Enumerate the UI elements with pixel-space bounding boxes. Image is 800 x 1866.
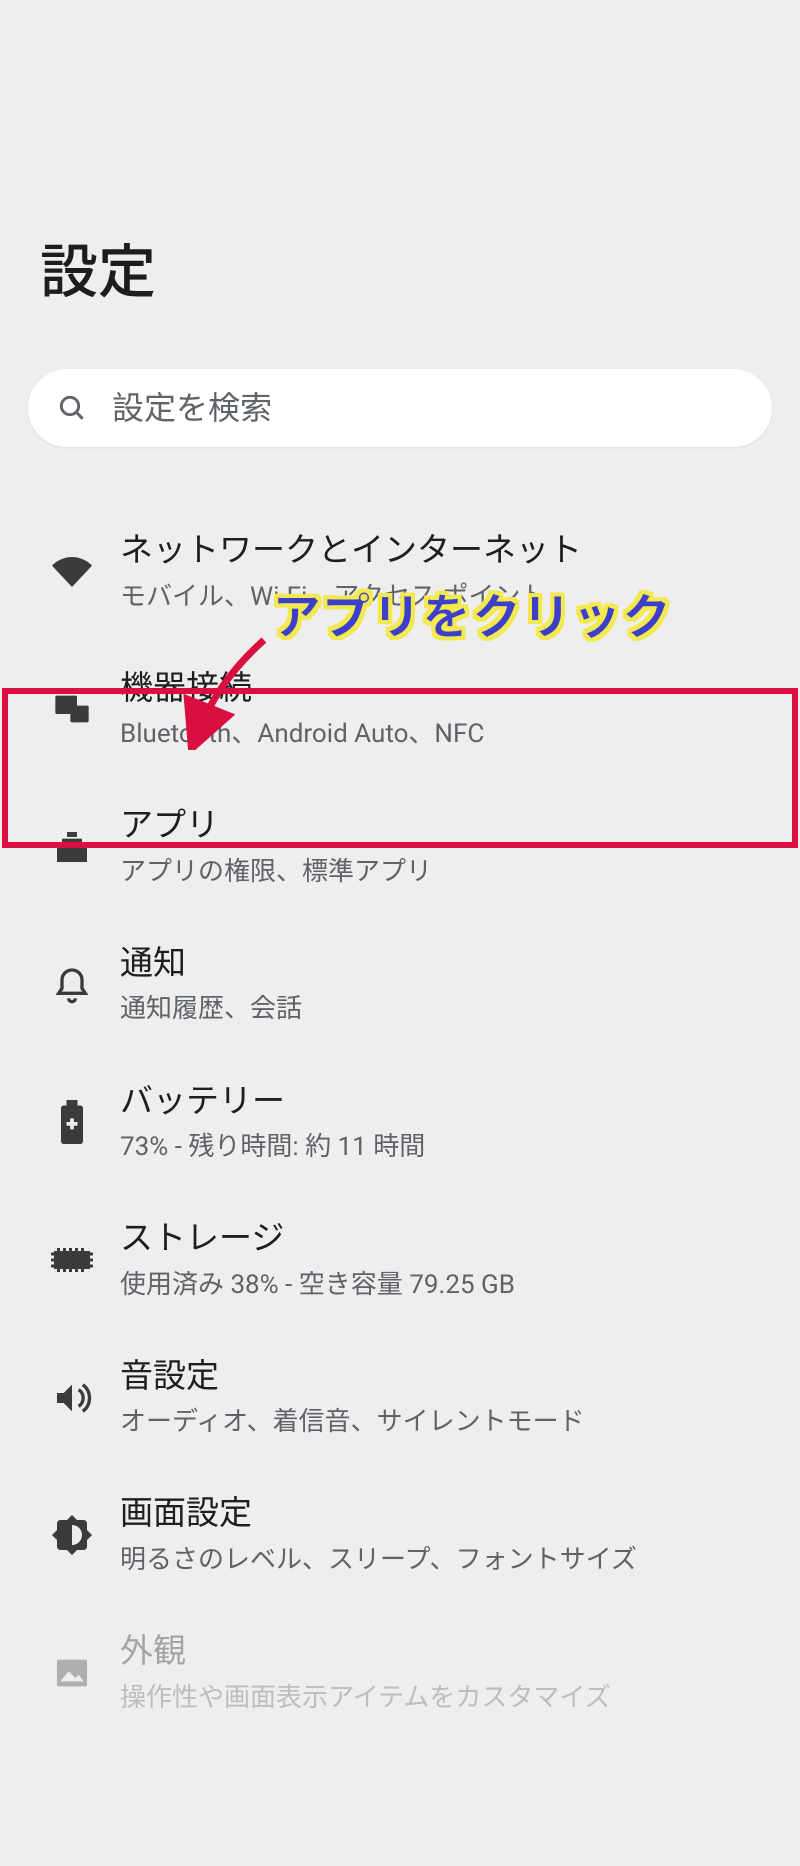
item-subtitle: 操作性や画面表示アイテムをカスタマイズ bbox=[120, 1681, 780, 1716]
battery-icon bbox=[30, 1100, 114, 1144]
search-bar[interactable] bbox=[28, 369, 772, 447]
search-input[interactable] bbox=[112, 390, 744, 427]
settings-item-storage[interactable]: ストレージ 使用済み 38% - 空き容量 79.25 GB bbox=[0, 1191, 800, 1329]
settings-item-notifications[interactable]: 通知 通知履歴、会話 bbox=[0, 916, 800, 1054]
item-subtitle: 明るさのレベル、スリープ、フォントサイズ bbox=[120, 1543, 780, 1578]
apps-icon bbox=[30, 827, 114, 867]
brightness-icon bbox=[30, 1515, 114, 1555]
item-subtitle: Bluetooth、Android Auto、NFC bbox=[120, 717, 780, 752]
page-header: 設定 bbox=[0, 0, 800, 369]
item-subtitle: 通知履歴、会話 bbox=[120, 992, 780, 1027]
volume-icon bbox=[30, 1378, 114, 1418]
item-subtitle: 73% - 残り時間: 約 11 時間 bbox=[120, 1130, 780, 1165]
settings-list: ネットワークとインターネット モバイル、Wi-Fi、アクセス ポイント 機器接続… bbox=[0, 503, 800, 1742]
bell-icon bbox=[30, 965, 114, 1005]
settings-item-appearance[interactable]: 外観 操作性や画面表示アイテムをカスタマイズ bbox=[0, 1604, 800, 1742]
item-title: バッテリー bbox=[120, 1080, 780, 1125]
item-title: 機器接続 bbox=[120, 667, 780, 712]
settings-item-display[interactable]: 画面設定 明るさのレベル、スリープ、フォントサイズ bbox=[0, 1466, 800, 1604]
item-title: 画面設定 bbox=[120, 1492, 780, 1537]
item-title: 通知 bbox=[120, 942, 780, 987]
page-title: 設定 bbox=[40, 225, 760, 309]
item-title: ネットワークとインターネット bbox=[120, 529, 780, 574]
settings-item-battery[interactable]: バッテリー 73% - 残り時間: 約 11 時間 bbox=[0, 1054, 800, 1192]
settings-item-sound[interactable]: 音設定 オーディオ、着信音、サイレントモード bbox=[0, 1329, 800, 1467]
item-subtitle: モバイル、Wi-Fi、アクセス ポイント bbox=[120, 580, 780, 615]
item-subtitle: オーディオ、着信音、サイレントモード bbox=[120, 1405, 780, 1440]
item-title: 音設定 bbox=[120, 1355, 780, 1400]
settings-item-devices[interactable]: 機器接続 Bluetooth、Android Auto、NFC bbox=[0, 641, 800, 779]
settings-item-network[interactable]: ネットワークとインターネット モバイル、Wi-Fi、アクセス ポイント bbox=[0, 503, 800, 641]
devices-icon bbox=[30, 689, 114, 729]
item-title: ストレージ bbox=[120, 1217, 780, 1262]
settings-item-apps[interactable]: アプリ アプリの権限、標準アプリ bbox=[0, 778, 800, 916]
item-title: アプリ bbox=[120, 804, 780, 849]
storage-icon bbox=[30, 1245, 114, 1275]
search-icon bbox=[56, 392, 88, 424]
item-subtitle: 使用済み 38% - 空き容量 79.25 GB bbox=[120, 1268, 780, 1303]
item-subtitle: アプリの権限、標準アプリ bbox=[120, 855, 780, 890]
item-title: 外観 bbox=[120, 1630, 780, 1675]
image-icon bbox=[30, 1653, 114, 1693]
wifi-icon bbox=[30, 552, 114, 592]
